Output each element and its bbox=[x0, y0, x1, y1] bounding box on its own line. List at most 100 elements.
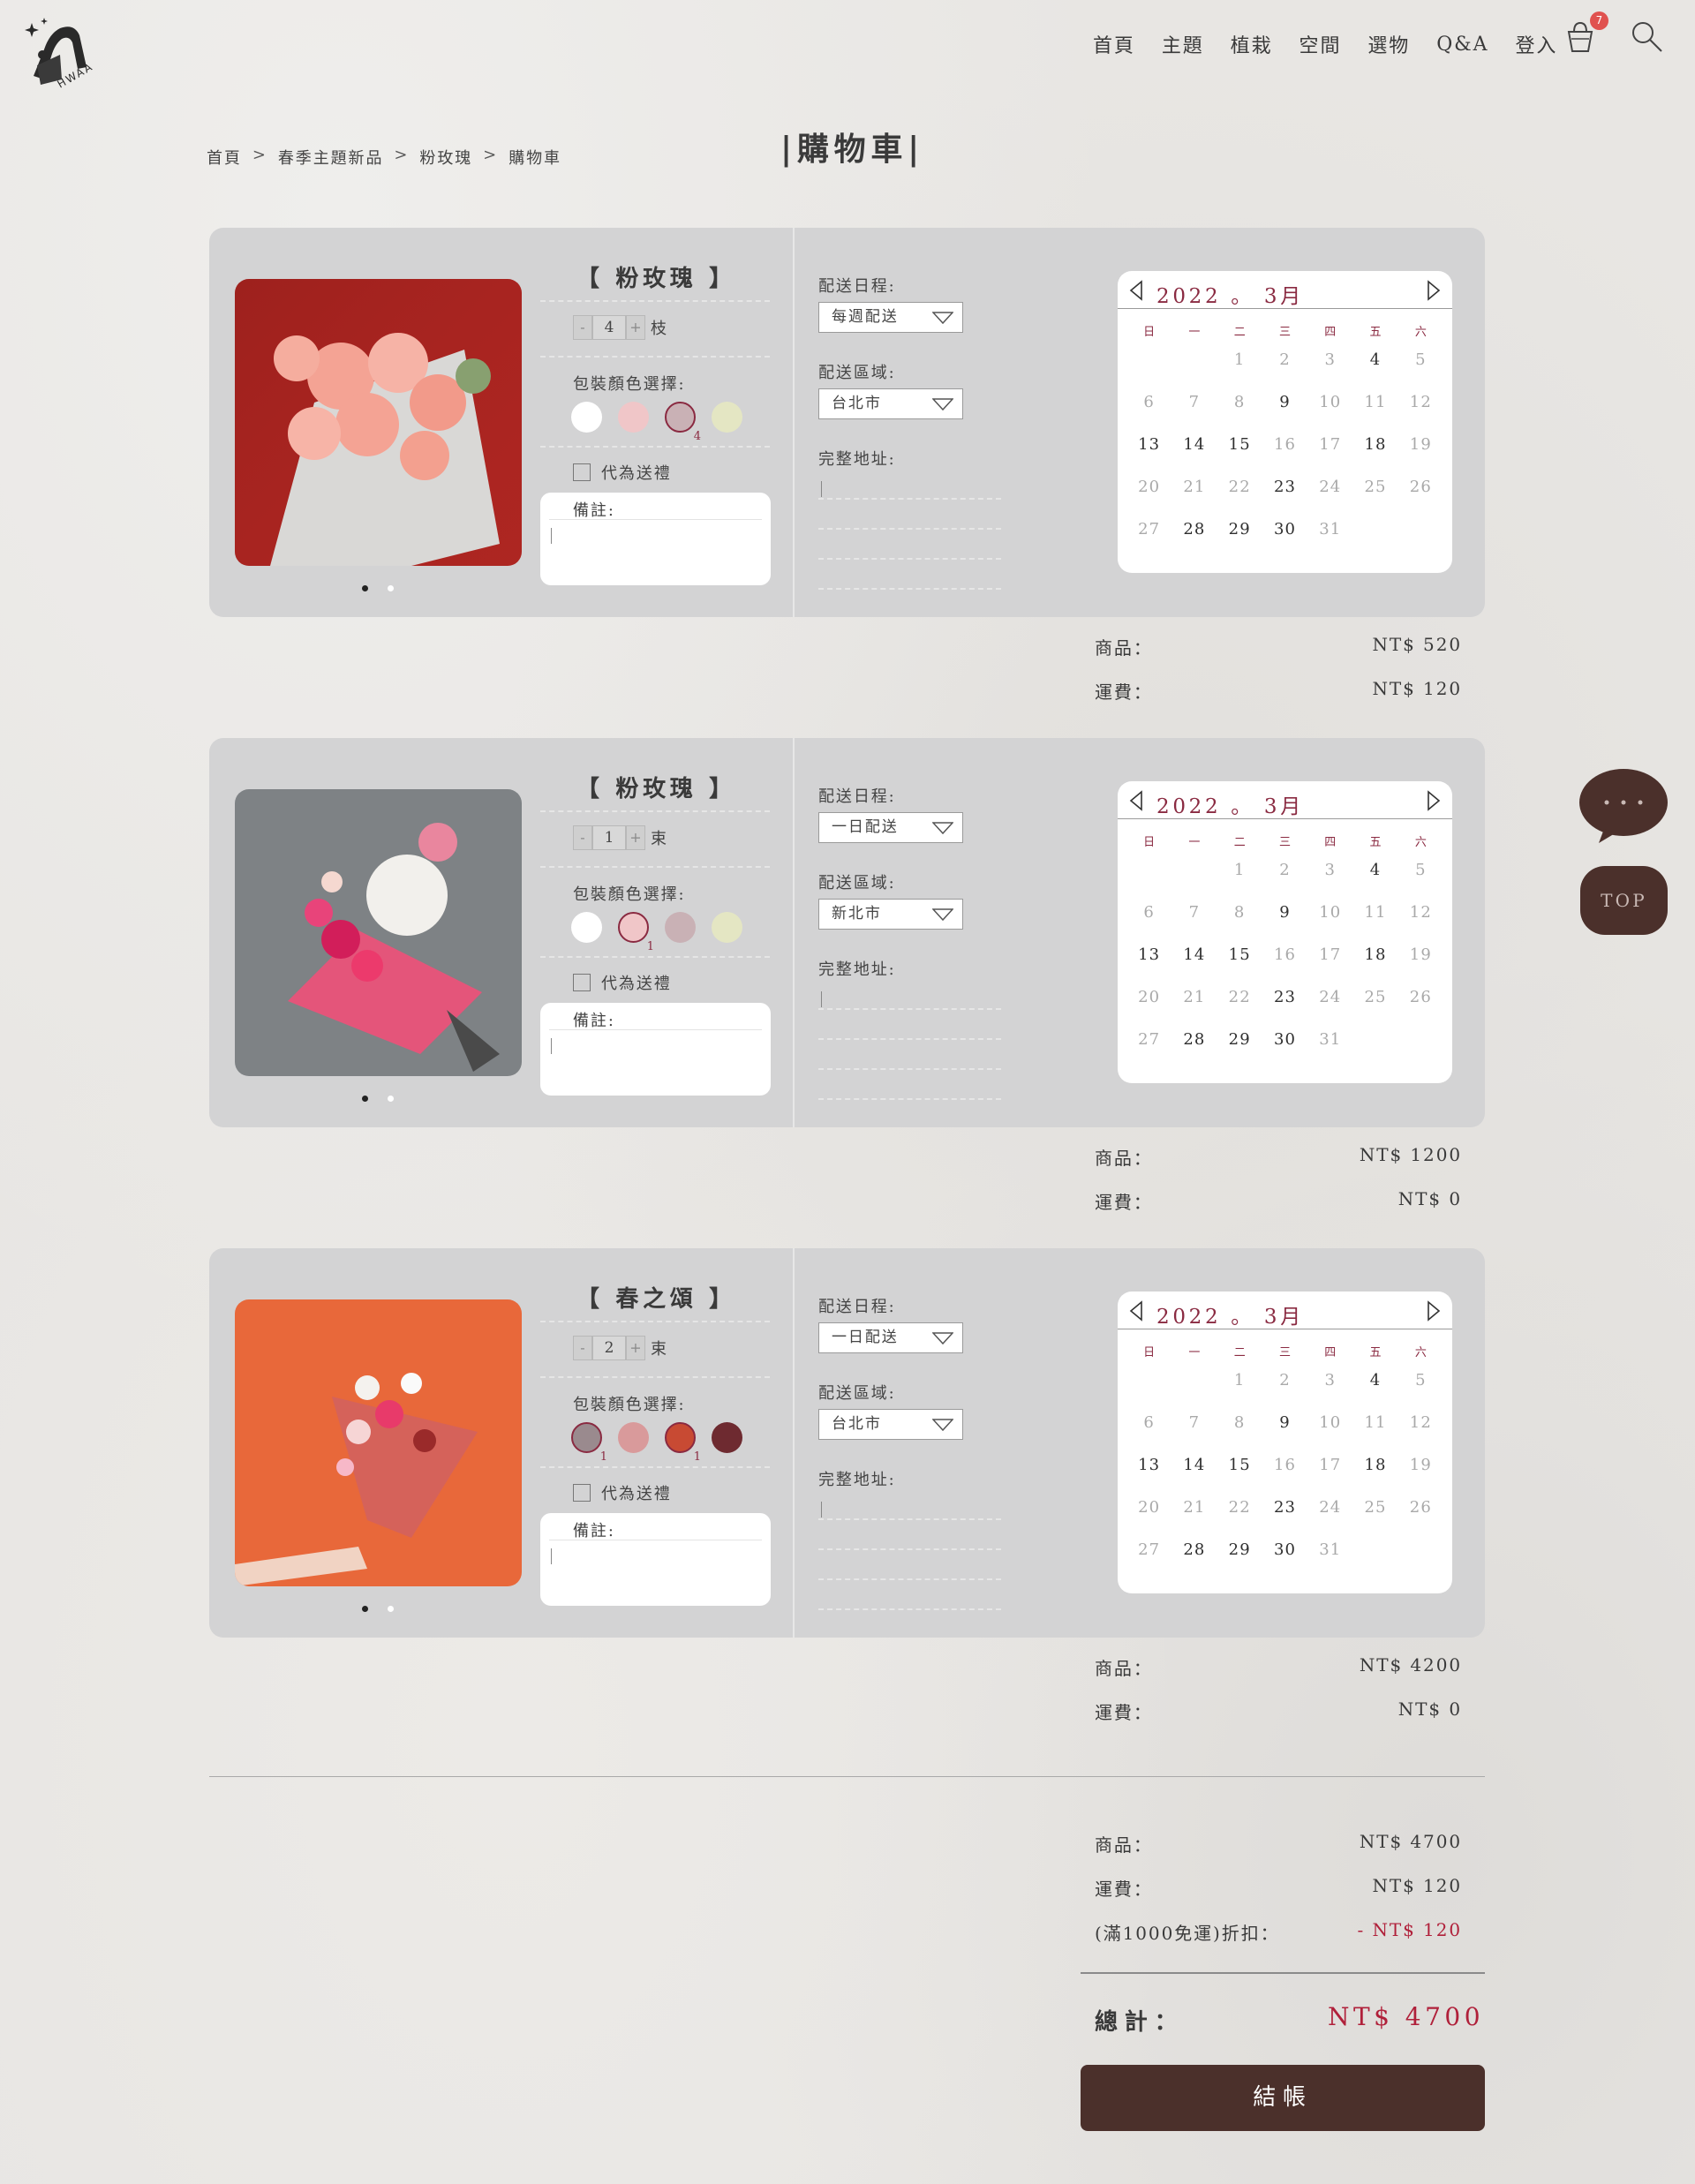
wrap-color-swatch[interactable] bbox=[712, 1422, 742, 1453]
product-photo[interactable] bbox=[235, 789, 522, 1076]
calendar-day[interactable]: 30 bbox=[1262, 1540, 1307, 1583]
back-to-top-button[interactable]: TOP bbox=[1580, 866, 1668, 935]
qty-decrease-button[interactable]: - bbox=[573, 315, 592, 340]
qty-value[interactable]: 2 bbox=[592, 1336, 626, 1360]
address-line[interactable] bbox=[818, 588, 1001, 590]
nav-space[interactable]: 空間 bbox=[1300, 30, 1342, 58]
qty-value[interactable]: 4 bbox=[592, 315, 626, 340]
area-select[interactable]: 台北市 bbox=[818, 1409, 963, 1440]
address-line[interactable] bbox=[818, 558, 1001, 560]
schedule-select[interactable]: 每週配送 bbox=[818, 302, 963, 333]
breadcrumb-spring[interactable]: 春季主題新品 bbox=[278, 146, 384, 169]
wrap-color-swatch[interactable] bbox=[712, 912, 742, 943]
calendar-day[interactable]: 4 bbox=[1352, 861, 1397, 903]
calendar-day[interactable]: 29 bbox=[1217, 1540, 1262, 1583]
calendar-day[interactable]: 28 bbox=[1171, 1030, 1217, 1073]
qty-increase-button[interactable]: + bbox=[626, 825, 645, 850]
gift-checkbox[interactable] bbox=[573, 974, 591, 991]
gift-checkbox[interactable] bbox=[573, 1484, 591, 1502]
calendar-day[interactable]: 15 bbox=[1217, 1456, 1262, 1498]
calendar-day[interactable]: 9 bbox=[1262, 393, 1307, 435]
breadcrumb-product[interactable]: 粉玫瑰 bbox=[419, 146, 472, 169]
chevron-left-icon[interactable] bbox=[1128, 280, 1146, 301]
calendar-day[interactable]: 23 bbox=[1262, 1498, 1307, 1540]
wrap-color-swatch[interactable]: 4 bbox=[665, 402, 701, 443]
calendar-day[interactable]: 29 bbox=[1217, 520, 1262, 562]
calendar-day[interactable]: 14 bbox=[1171, 435, 1217, 478]
calendar-day[interactable]: 14 bbox=[1171, 1456, 1217, 1498]
chevron-left-icon[interactable] bbox=[1128, 1300, 1146, 1322]
brand-logo[interactable]: HWAA bbox=[25, 14, 99, 91]
nav-shop[interactable]: 選物 bbox=[1367, 30, 1410, 58]
calendar-day[interactable]: 15 bbox=[1217, 945, 1262, 988]
address-line[interactable] bbox=[818, 1068, 1001, 1070]
calendar-day[interactable]: 29 bbox=[1217, 1030, 1262, 1073]
qty-value[interactable]: 1 bbox=[592, 825, 626, 850]
nav-home[interactable]: 首頁 bbox=[1093, 30, 1135, 58]
carousel-dot[interactable] bbox=[388, 1606, 394, 1612]
calendar-day[interactable]: 14 bbox=[1171, 945, 1217, 988]
address-line[interactable] bbox=[818, 528, 1001, 530]
calendar-day[interactable]: 23 bbox=[1262, 478, 1307, 520]
address-line[interactable] bbox=[818, 1518, 1001, 1520]
chevron-right-icon[interactable] bbox=[1424, 790, 1442, 811]
area-select[interactable]: 台北市 bbox=[818, 388, 963, 419]
calendar-day[interactable]: 9 bbox=[1262, 903, 1307, 945]
qty-increase-button[interactable]: + bbox=[626, 315, 645, 340]
wrap-color-swatch[interactable]: 1 bbox=[665, 1422, 701, 1464]
nav-qa[interactable]: Q&A bbox=[1436, 34, 1488, 56]
wrap-color-swatch[interactable] bbox=[618, 1422, 649, 1453]
schedule-select[interactable]: 一日配送 bbox=[818, 1322, 963, 1353]
chevron-right-icon[interactable] bbox=[1424, 280, 1442, 301]
chevron-right-icon[interactable] bbox=[1424, 1300, 1442, 1322]
carousel-dot[interactable] bbox=[362, 1096, 368, 1102]
calendar-day[interactable]: 4 bbox=[1352, 1371, 1397, 1413]
qty-increase-button[interactable]: + bbox=[626, 1336, 645, 1360]
gift-option[interactable]: 代為送禮 bbox=[573, 971, 672, 994]
note-input[interactable] bbox=[549, 1036, 761, 1088]
nav-theme[interactable]: 主題 bbox=[1162, 30, 1204, 58]
calendar-day[interactable]: 18 bbox=[1352, 945, 1397, 988]
calendar-day[interactable]: 30 bbox=[1262, 520, 1307, 562]
note-input[interactable] bbox=[549, 1547, 761, 1598]
note-input[interactable] bbox=[549, 526, 761, 577]
breadcrumb-home[interactable]: 首頁 bbox=[207, 146, 242, 169]
calendar-day[interactable]: 18 bbox=[1352, 435, 1397, 478]
schedule-select[interactable]: 一日配送 bbox=[818, 812, 963, 843]
nav-plants[interactable]: 植栽 bbox=[1231, 30, 1273, 58]
checkout-button[interactable]: 結帳 bbox=[1081, 2065, 1485, 2131]
gift-option[interactable]: 代為送禮 bbox=[573, 461, 672, 484]
calendar-day[interactable]: 28 bbox=[1171, 1540, 1217, 1583]
carousel-dot[interactable] bbox=[362, 585, 368, 591]
carousel-dot[interactable] bbox=[388, 585, 394, 591]
wrap-color-swatch[interactable] bbox=[712, 402, 742, 433]
search-icon[interactable] bbox=[1630, 19, 1665, 55]
address-line[interactable] bbox=[818, 1608, 1001, 1610]
address-line[interactable] bbox=[818, 1548, 1001, 1550]
address-line[interactable] bbox=[818, 498, 1001, 500]
calendar-day[interactable]: 30 bbox=[1262, 1030, 1307, 1073]
address-line[interactable] bbox=[818, 1038, 1001, 1040]
address-line[interactable] bbox=[818, 1578, 1001, 1580]
address-line[interactable] bbox=[818, 1008, 1001, 1010]
address-line[interactable] bbox=[818, 1098, 1001, 1100]
nav-login[interactable]: 登入 bbox=[1516, 30, 1558, 58]
carousel-dot[interactable] bbox=[362, 1606, 368, 1612]
calendar-day[interactable]: 9 bbox=[1262, 1413, 1307, 1456]
wrap-color-swatch[interactable] bbox=[618, 402, 649, 433]
calendar-day[interactable]: 4 bbox=[1352, 350, 1397, 393]
wrap-color-swatch[interactable] bbox=[665, 912, 696, 943]
calendar-day[interactable]: 15 bbox=[1217, 435, 1262, 478]
wrap-color-swatch[interactable] bbox=[571, 912, 602, 943]
wrap-color-swatch[interactable]: 1 bbox=[571, 1422, 607, 1464]
chevron-left-icon[interactable] bbox=[1128, 790, 1146, 811]
calendar-day[interactable]: 28 bbox=[1171, 520, 1217, 562]
carousel-dot[interactable] bbox=[388, 1096, 394, 1102]
wrap-color-swatch[interactable]: 1 bbox=[618, 912, 654, 953]
wrap-color-swatch[interactable] bbox=[571, 402, 602, 433]
qty-decrease-button[interactable]: - bbox=[573, 1336, 592, 1360]
product-photo[interactable] bbox=[235, 1299, 522, 1586]
area-select[interactable]: 新北市 bbox=[818, 899, 963, 930]
product-photo[interactable] bbox=[235, 279, 522, 566]
calendar-day[interactable]: 18 bbox=[1352, 1456, 1397, 1498]
